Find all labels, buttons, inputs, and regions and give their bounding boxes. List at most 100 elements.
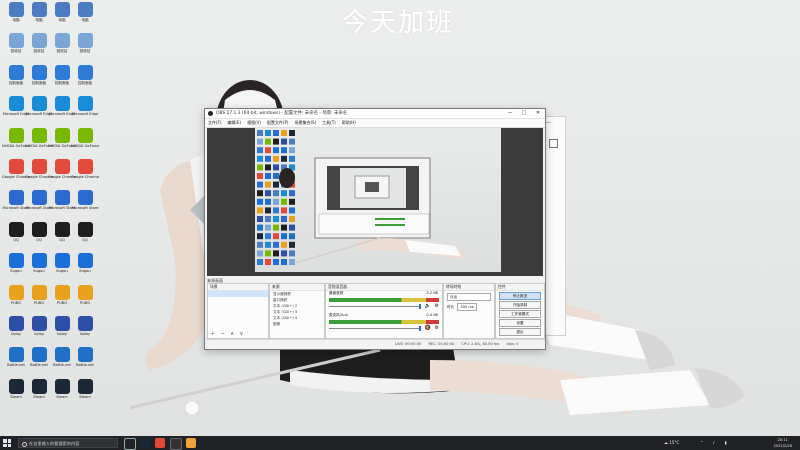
desktop-icon-label: Kugou: [79, 269, 91, 274]
transition-select[interactable]: 淡出: [447, 293, 491, 301]
gear-icon[interactable]: ⚙: [435, 303, 439, 309]
maximize-icon[interactable]: □: [517, 109, 531, 118]
app-icon: [77, 347, 93, 363]
preview-mini-icon: [289, 130, 295, 136]
exit-button[interactable]: 退出: [499, 328, 541, 336]
app-icon: [54, 221, 70, 237]
preview-mini-icon: [273, 250, 279, 257]
gear-icon[interactable]: ⚙: [435, 325, 439, 331]
minimize-icon[interactable]: —: [546, 120, 551, 126]
taskbar-search-box[interactable]: 在这里输入你要搜索的内容: [18, 438, 118, 448]
volume-slider[interactable]: 🔈 ⚙: [329, 303, 439, 310]
preview-mini-icon: [257, 241, 263, 248]
app-icon: [77, 253, 93, 269]
menu-tools[interactable]: 工具(T): [319, 119, 339, 127]
speaker-muted-icon[interactable]: 🔇: [425, 325, 431, 331]
obs-titlebar[interactable]: OBS 27.1.3 (64-bit, windows) - 配置文件: 未命名…: [205, 109, 545, 119]
volume-meter: [329, 320, 439, 324]
preview-mini-icon: [273, 216, 279, 222]
desktop-icon[interactable]: Kugou: [71, 253, 99, 283]
taskbar-clock[interactable]: 20:11 2022/2/28: [774, 437, 792, 449]
menu-file[interactable]: 文件(F): [205, 119, 224, 127]
tray-icons[interactable]: ⌃ ♪ ▮: [700, 436, 731, 450]
menu-scene-collection[interactable]: 场景集合(S): [291, 119, 319, 127]
preview-mini-icon: [281, 198, 287, 205]
desktop-icon-label: Battle.net: [76, 363, 94, 368]
preview-mini-icon: [289, 250, 295, 257]
preview-mini-icon: [273, 173, 279, 179]
desktop-icon[interactable]: Google Chrome: [71, 159, 99, 189]
volume-meter: [329, 298, 439, 302]
close-icon[interactable]: ✕: [531, 109, 545, 118]
source-item[interactable]: 图像: [270, 321, 324, 327]
desktop-icon-label: 电脑: [81, 18, 89, 22]
app-icon: [54, 127, 70, 143]
stop-streaming-button[interactable]: 停止推流: [499, 292, 541, 300]
preview-mini-icon: [289, 259, 295, 265]
preview-mini-icon: [289, 216, 295, 222]
preview-mini-icon: [257, 250, 263, 257]
task-view-icon[interactable]: [124, 438, 136, 450]
preview-mini-icon: [257, 130, 263, 136]
preview-mini-icon: [257, 164, 263, 171]
scene-item[interactable]: [208, 291, 268, 297]
clock-date: 2022/2/28: [773, 444, 792, 448]
obs-taskbar-icon[interactable]: [170, 438, 182, 450]
preview-mini-icon: [273, 138, 279, 145]
menu-edit[interactable]: 编辑(E): [224, 119, 244, 127]
desktop-icon[interactable]: Microsoft Edge: [71, 96, 99, 126]
windows-start-icon[interactable]: [3, 439, 11, 447]
app-icon: [31, 190, 47, 206]
desktop-icon[interactable]: 控制面板: [71, 64, 99, 95]
obs-statusbar: LIVE: 00:00:00 REC: 00:00:00 CPU: 2.8%, …: [205, 339, 545, 349]
obs-preview[interactable]: [207, 128, 543, 276]
desktop-icon[interactable]: PUBG: [71, 284, 99, 315]
studio-mode-button[interactable]: 工作室模式: [499, 310, 541, 318]
preview-mini-icon: [257, 198, 263, 205]
start-recording-button[interactable]: 开始录制: [499, 301, 541, 309]
duration-input[interactable]: 300 ms: [457, 303, 477, 311]
app-icon: [8, 284, 24, 300]
preview-mini-icon: [273, 190, 279, 197]
preview-mini-icon: [257, 181, 263, 188]
desktop-icon[interactable]: 电脑: [71, 2, 99, 32]
desktop-icon[interactable]: Steam: [71, 378, 99, 409]
settings-button[interactable]: 设置: [499, 319, 541, 327]
controls-dock: 控件 停止推流 开始录制 工作室模式 设置 退出: [495, 283, 545, 339]
preview-mini-icon: [281, 250, 287, 257]
desktop-icon[interactable]: Uplay: [71, 316, 99, 346]
desktop-icon-label: QQ: [82, 237, 88, 242]
menu-help[interactable]: 帮助(H): [339, 119, 359, 127]
preview-mini-icon: [265, 250, 271, 257]
audio-mixer-dock: 音频混音器 桌面音频 -3.2 dB 🔈 ⚙ 麦克风/Aux 0.0 dB 🔇 …: [325, 283, 443, 339]
minimize-icon[interactable]: —: [503, 109, 517, 118]
app-icon: [31, 284, 47, 300]
desktop-icon[interactable]: NVIDIA GeForce Experience: [71, 127, 99, 158]
app-icon: [77, 33, 93, 49]
sources-dock: 来源 显示器捕获 窗口捕获 文本 (GDI+) 2 文本 (GDI+) 3 文本…: [269, 283, 325, 339]
preview-mini-icon: [265, 155, 271, 162]
folder-taskbar-icon[interactable]: [186, 438, 196, 448]
duration-label: 时长: [447, 305, 455, 309]
desktop-icon[interactable]: Microsoft Store: [71, 190, 99, 220]
weather-tray[interactable]: ☁ 15°C: [664, 436, 679, 450]
speaker-icon[interactable]: 🔈: [425, 303, 431, 309]
copy-icon[interactable]: [549, 139, 558, 148]
desktop-icon[interactable]: 回收站: [71, 33, 99, 63]
desktop-icon[interactable]: QQ: [71, 221, 99, 252]
app-icon: [77, 96, 93, 112]
obs-window[interactable]: OBS 27.1.3 (64-bit, windows) - 配置文件: 未命名…: [204, 108, 546, 350]
desktop-icon[interactable]: Battle.net: [71, 347, 99, 377]
scene-toolbar[interactable]: ＋ − ∧ ∨: [210, 330, 245, 337]
steam-taskbar-icon[interactable]: [140, 438, 150, 448]
chrome-taskbar-icon[interactable]: [155, 438, 165, 448]
menu-profile[interactable]: 配置文件(P): [264, 119, 292, 127]
menu-view[interactable]: 视图(V): [244, 119, 264, 127]
app-icon: [77, 221, 93, 237]
preview-mini-icon: [257, 233, 263, 240]
app-icon: [77, 316, 93, 331]
preview-mini-icon: [281, 138, 287, 145]
preview-mini-icon: [273, 164, 279, 171]
volume-slider[interactable]: 🔇 ⚙: [329, 325, 439, 332]
preview-mini-icon: [289, 241, 295, 248]
